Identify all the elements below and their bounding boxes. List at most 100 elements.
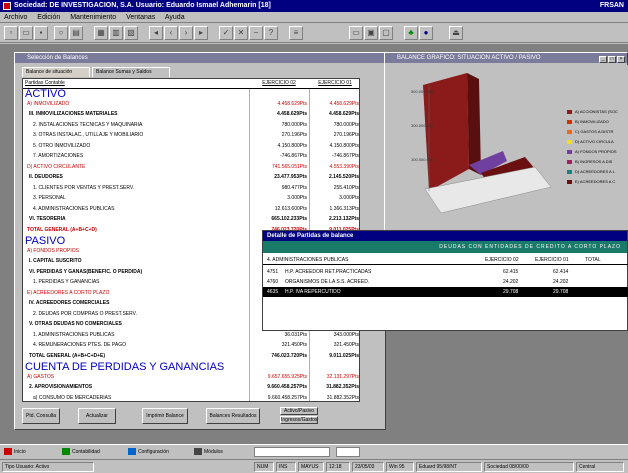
exit-icon[interactable]: ⏏ xyxy=(449,26,463,40)
balance-row[interactable]: 1. CLIENTES POR VENTAS Y PREST.SERV. 980.… xyxy=(23,184,359,194)
search-icon[interactable]: ○ xyxy=(54,26,68,40)
balance-row-ejercicio-02: 746.023.720Pts xyxy=(271,352,307,359)
balance-header-row: Partidas Contable EJERCICIO 02 EJERCICIO… xyxy=(23,79,359,89)
taskbar-search-field[interactable] xyxy=(254,447,330,457)
cascade-icon[interactable]: ▢ xyxy=(379,26,393,40)
last-record-icon[interactable]: ▸ xyxy=(194,26,208,40)
cancel-icon[interactable]: ✕ xyxy=(234,26,248,40)
modules-icon xyxy=(194,448,202,456)
balance-row-label: 3. OTRAS INSTALAC., UTILLAJE Y MOBILIARI… xyxy=(33,132,144,138)
consulta-button[interactable]: Ptd. Consulta xyxy=(22,408,60,424)
balance-row[interactable]: 1. ADMINISTRACIONES PUBLICAS 36.031Pts 343… xyxy=(23,331,359,341)
new-doc-icon[interactable]: ▫ xyxy=(4,26,18,40)
tab-balance-sumas-saldos[interactable]: Balance Sumas y Saldos xyxy=(92,67,170,77)
balance-row[interactable]: 4. REMUNERACIONES PTES. DE PAGO 321.450Pt… xyxy=(23,341,359,351)
balance-row[interactable]: 2. INSTALACIONES TECNICAS Y MAQUINARIA 78… xyxy=(23,121,359,131)
window-icon[interactable]: ▭ xyxy=(349,26,363,40)
tab-balance-situacion[interactable]: Balance de situación xyxy=(22,67,90,77)
balance-row-ejercicio-02: 980.477Pts xyxy=(281,184,307,191)
globe-icon[interactable]: ● xyxy=(419,26,433,40)
check-icon[interactable]: ✓ xyxy=(219,26,233,40)
detail-row-v2: 29.708 xyxy=(553,289,569,295)
menu-mantenimiento[interactable]: Mantenimiento xyxy=(70,14,116,21)
legend-item: B) INGRESOS A DIS xyxy=(567,159,612,164)
balance-row[interactable]: A) GASTOS 9.657.655.925Pts 32.131.297Pts xyxy=(23,373,359,383)
balance-row-label: 1. PERDIDAS Y GANANCIAS xyxy=(33,279,100,285)
tree-icon[interactable]: ♣ xyxy=(404,26,418,40)
table-icon[interactable]: ▥ xyxy=(109,26,123,40)
balance-row[interactable]: II. DEUDORES 23.477.953Pts 2.145.520Pts xyxy=(23,173,359,183)
balances-resultados-button[interactable]: Balances Resultados xyxy=(206,408,260,424)
balance-row[interactable]: a) CONSUMO DE MERCADERIAS 9.660.458.257Pt… xyxy=(23,394,359,402)
balance-row-ejercicio-02: -746.867Pts xyxy=(280,153,307,159)
tile-icon[interactable]: ▣ xyxy=(364,26,378,40)
legend-swatch xyxy=(567,149,572,154)
minimize-icon[interactable]: _ xyxy=(599,56,607,63)
open-folder-icon[interactable]: ▭ xyxy=(19,26,33,40)
menu-archivo[interactable]: Archivo xyxy=(4,14,27,21)
balance-row-label: A) INMOVILIZADO xyxy=(27,100,70,107)
taskbar-inicio[interactable]: Inicio xyxy=(4,447,26,457)
legend-item: B) INMOVILIZADO xyxy=(567,119,609,124)
balance-window-title: Selección de Balances xyxy=(27,55,88,61)
legend-label: D) ACTIVO CIRCULA xyxy=(575,139,614,144)
next-record-icon[interactable]: › xyxy=(179,26,193,40)
delete-icon[interactable]: − xyxy=(249,26,263,40)
balance-row-ejercicio-01: 4.458.629Pts xyxy=(329,100,359,107)
balance-row[interactable]: 4. ADMINISTRACIONES PUBLICAS 12.613.600Pt… xyxy=(23,205,359,215)
close-icon[interactable]: × xyxy=(617,56,625,63)
balance-row-label: 3. PERSONAL xyxy=(33,195,66,201)
balance-row-ejercicio-01: 4.458.629Pts xyxy=(328,111,359,117)
balance-row-ejercicio-02: 741.565.051Pts xyxy=(271,163,307,170)
balance-row-ejercicio-02: 780.000Pts xyxy=(281,121,307,128)
taskbar-combo[interactable] xyxy=(336,447,360,457)
legend-label: D) ACREEDORES A L xyxy=(575,169,615,174)
balance-row-label: IV. ACREEDORES COMERCIALES xyxy=(29,300,110,306)
balance-row-label: 2. DEUDAS POR COMPRAS O PREST.SERV. xyxy=(33,310,137,317)
balance-row-label: E) ACREEDORES A CORTO PLAZO xyxy=(27,289,110,296)
legend-swatch xyxy=(567,129,572,134)
detail-row[interactable]: 4751 H.P. ACREEDOR RET.PRACTICADAS 62.415 6… xyxy=(263,267,628,277)
balance-row-ejercicio-01: 4.553.390Pts xyxy=(329,163,359,170)
ingresos-gastos-button[interactable]: Ingresos/Gastos xyxy=(280,416,318,424)
prev-record-icon[interactable]: ‹ xyxy=(164,26,178,40)
balance-row-label: CUENTA DE PERDIDAS Y GANANCIAS xyxy=(25,361,225,373)
balance-row[interactable]: A) INMOVILIZADO 4.458.629Pts 4.458.629Pts xyxy=(23,100,359,110)
legend-swatch xyxy=(567,109,572,114)
taskbar-contabilidad[interactable]: Contabilidad xyxy=(62,447,100,457)
balance-row-ejercicio-01: 2.213.132Pts xyxy=(328,216,359,222)
balance-row[interactable]: VI. TESORERIA 665.102.233Pts 2.213.132Pts xyxy=(23,215,359,225)
balance-row[interactable]: 5. OTRO INMOVILIZADO 4.150.800Pts 4.150.80… xyxy=(23,142,359,152)
balance-row[interactable]: 2. APROVISIONAMIENTOS 9.660.458.257Pts 31.… xyxy=(23,383,359,393)
print-icon[interactable]: ▤ xyxy=(69,26,83,40)
menu-ayuda[interactable]: Ayuda xyxy=(165,14,185,21)
taskbar-modulos[interactable]: Módulos xyxy=(194,447,223,457)
menu-edicion[interactable]: Edición xyxy=(37,14,60,21)
filter-icon[interactable]: ≡ xyxy=(289,26,303,40)
activo-pasivo-button[interactable]: Activo/Pasivo xyxy=(280,407,318,415)
balance-row[interactable]: III. INMOVILIZACIONES MATERIALES 4.458.62… xyxy=(23,110,359,120)
toolbar: ▫ ▭ ▪ ○ ▤ ▦ ▥ ▧ ◂ ‹ › ▸ ✓ ✕ − ? ≡ ▭ ▣ ▢ … xyxy=(0,23,628,43)
help-icon[interactable]: ? xyxy=(264,26,278,40)
calc-icon[interactable]: ▦ xyxy=(94,26,108,40)
balance-row[interactable]: TOTAL GENERAL (A+B+C+D+E) 746.023.720Pts 9… xyxy=(23,352,359,362)
detail-row[interactable]: 4635 H.P. IVA REPERCUTIDO 29.708 29.708 xyxy=(263,287,628,297)
balance-row-label: A) FONDOS PROPIOS xyxy=(27,247,79,254)
chart-icon[interactable]: ▧ xyxy=(124,26,138,40)
balance-row[interactable]: 3. OTRAS INSTALAC., UTILLAJE Y MOBILIARI… xyxy=(23,131,359,141)
detail-row[interactable]: 4760 ORGANISMOS DE LA S.S. ACREED. 24.202 2… xyxy=(263,277,628,287)
actualizar-button[interactable]: Actualizar xyxy=(78,408,116,424)
maximize-icon[interactable]: □ xyxy=(608,56,616,63)
balance-row[interactable]: D) ACTIVO CIRCULANTE 741.565.051Pts 4.553.… xyxy=(23,163,359,173)
save-icon[interactable]: ▪ xyxy=(34,26,48,40)
detail-row-code: 4751 xyxy=(267,269,279,275)
balance-row[interactable]: 3. PERSONAL 3.000Pts 3.000Pts xyxy=(23,194,359,204)
legend-label: A) ACCIONISTAS (SOC xyxy=(575,109,618,114)
menu-ventanas[interactable]: Ventanas xyxy=(126,14,155,21)
legend-label: C) GASTOS A DISTR xyxy=(575,129,614,134)
first-record-icon[interactable]: ◂ xyxy=(149,26,163,40)
taskbar-configuracion[interactable]: Configuración xyxy=(128,447,169,457)
imprimir-balance-button[interactable]: Imprimir Balance xyxy=(142,408,188,424)
balance-row[interactable]: 7. AMORTIZACIONES -746.867Pts -746.867Pts xyxy=(23,152,359,162)
balance-row-ejercicio-02: 4.458.629Pts xyxy=(277,100,307,107)
